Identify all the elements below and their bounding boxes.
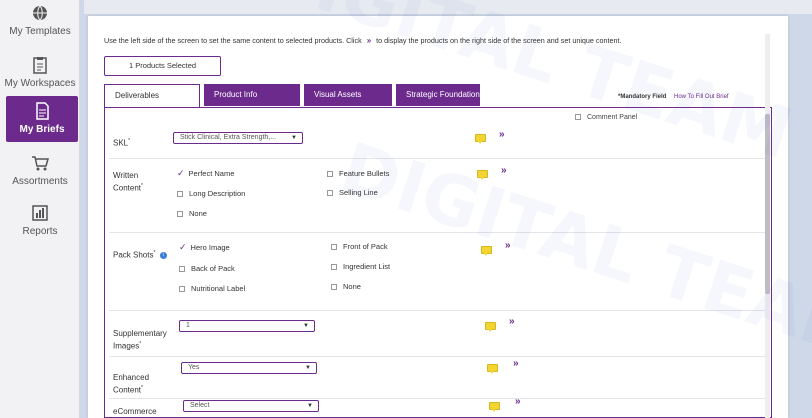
how-to-fill-link[interactable]: How To Fill Out Brief — [674, 94, 729, 100]
report-icon — [32, 205, 48, 221]
pack-shots-label: Pack Shots* i — [113, 248, 167, 261]
comment-icon[interactable] — [481, 246, 492, 256]
enhanced-content-label: Enhanced Content* — [113, 373, 150, 395]
chevron-down-icon: ▼ — [291, 135, 297, 141]
checkmark-icon: ✓ — [177, 168, 185, 178]
supplementary-images-label: Supplementary Images* — [113, 329, 167, 351]
expand-chevron-icon[interactable]: » — [509, 316, 515, 327]
supplementary-images-select[interactable]: 1 ▼ — [179, 320, 315, 332]
tab-product-info[interactable]: Product Info — [204, 84, 300, 106]
sidebar-item-label: My Briefs — [19, 124, 65, 135]
divider — [109, 158, 767, 159]
comment-icon[interactable] — [487, 364, 498, 374]
enhanced-content-select[interactable]: Yes ▼ — [181, 362, 317, 374]
divider — [109, 356, 767, 357]
instructions-text: Use the left side of the screen to set t… — [104, 36, 622, 45]
option-nutritional-label[interactable]: Nutritional Label — [179, 284, 245, 293]
sidebar-item-label: Reports — [22, 226, 58, 237]
option-hero-image[interactable]: ✓ Hero Image — [179, 242, 230, 253]
expand-chevron-icon[interactable]: » — [501, 165, 507, 176]
scrollbar-thumb[interactable] — [765, 114, 770, 294]
divider — [109, 232, 767, 233]
expand-chevron-icon[interactable]: » — [499, 129, 505, 140]
sidebar-item-label: Assortments — [12, 176, 68, 187]
option-back-of-pack[interactable]: Back of Pack — [179, 264, 235, 273]
tab-visual-assets[interactable]: Visual Assets — [304, 84, 392, 106]
scrollbar[interactable] — [765, 34, 770, 418]
option-long-description[interactable]: Long Description — [177, 189, 245, 198]
checkbox[interactable] — [327, 190, 333, 197]
checkbox[interactable] — [331, 284, 337, 291]
deliverables-panel: Comment Panel SKL* Stick Clinical, Extra… — [104, 107, 772, 418]
chevron-down-icon: ▼ — [305, 365, 311, 371]
sidebar-item-label: My Templates — [9, 26, 71, 37]
row-pack-shots: Pack Shots* i ✓ Hero Image Front of Pack … — [105, 234, 771, 306]
tab-strategic-foundation[interactable]: Strategic Foundation — [396, 84, 480, 106]
chevron-down-icon: ▼ — [303, 323, 309, 329]
cart-icon — [32, 156, 49, 171]
sidebar-item-my-briefs[interactable]: My Briefs — [6, 96, 78, 142]
sidebar-item-my-workspaces[interactable]: My Workspaces — [0, 56, 80, 92]
comment-icon[interactable] — [485, 322, 496, 332]
expand-chevron-icon[interactable]: » — [505, 240, 511, 251]
option-none[interactable]: None — [177, 209, 207, 218]
sidebar-item-assortments[interactable]: Assortments — [0, 154, 80, 190]
option-ingredient-list[interactable]: Ingredient List — [331, 262, 390, 271]
ecommerce-label: eCommerce — [113, 407, 157, 416]
option-selling-line[interactable]: Selling Line — [327, 188, 378, 197]
expand-chevron-icon[interactable]: » — [515, 396, 521, 407]
checkbox[interactable] — [331, 264, 337, 271]
brief-editor: Use the left side of the screen to set t… — [88, 16, 788, 418]
info-icon[interactable]: i — [159, 252, 167, 260]
products-selected-button[interactable]: 1 Products Selected — [104, 56, 221, 76]
clipboard-icon — [33, 57, 47, 74]
chevron-down-icon: ▼ — [307, 403, 313, 409]
sidebar: My Templates My Workspaces My Briefs Ass… — [0, 0, 80, 418]
checkbox[interactable] — [575, 114, 581, 121]
row-supplementary-images: Supplementary Images* 1 ▼ » — [105, 312, 771, 354]
checkbox[interactable] — [179, 266, 185, 273]
comment-icon[interactable] — [489, 402, 500, 412]
checkmark-icon: ✓ — [179, 242, 187, 252]
checkbox[interactable] — [179, 286, 185, 293]
checkbox[interactable] — [177, 191, 183, 198]
option-none[interactable]: None — [331, 282, 361, 291]
written-content-label: Written Content* — [113, 171, 143, 193]
option-front-of-pack[interactable]: Front of Pack — [331, 242, 388, 251]
tab-deliverables[interactable]: Deliverables — [104, 84, 200, 108]
row-written-content: Written Content* ✓ Perfect Name Feature B… — [105, 160, 771, 228]
ecommerce-select[interactable]: Select ▼ — [183, 400, 319, 412]
comment-icon[interactable] — [475, 134, 486, 144]
row-enhanced-content: Enhanced Content* Yes ▼ » — [105, 358, 771, 396]
option-perfect-name[interactable]: ✓ Perfect Name — [177, 168, 234, 179]
comment-icon[interactable] — [477, 170, 488, 180]
checkbox[interactable] — [177, 211, 183, 218]
divider — [109, 398, 767, 399]
chevron-icon: » — [366, 36, 372, 45]
expand-chevron-icon[interactable]: » — [513, 358, 519, 369]
comment-panel-toggle[interactable]: Comment Panel — [575, 114, 637, 121]
checkbox[interactable] — [331, 244, 337, 251]
row-skl: SKL* Stick Clinical, Extra Strength,... … — [105, 124, 771, 158]
sidebar-item-label: My Workspaces — [4, 78, 76, 89]
sidebar-item-reports[interactable]: Reports — [0, 204, 80, 240]
sidebar-item-my-templates[interactable]: My Templates — [0, 4, 80, 38]
globe-icon — [33, 5, 47, 21]
document-icon — [36, 102, 49, 120]
mandatory-field-note: *Mandatory Field How To Fill Out Brief — [618, 94, 729, 100]
skl-select[interactable]: Stick Clinical, Extra Strength,... ▼ — [173, 132, 303, 144]
checkbox[interactable] — [327, 171, 333, 178]
skl-label: SKL* — [113, 138, 131, 148]
top-bar — [84, 0, 812, 14]
row-ecommerce: eCommerce Select ▼ » — [105, 396, 771, 418]
option-feature-bullets[interactable]: Feature Bullets — [327, 169, 389, 178]
divider — [109, 310, 767, 311]
